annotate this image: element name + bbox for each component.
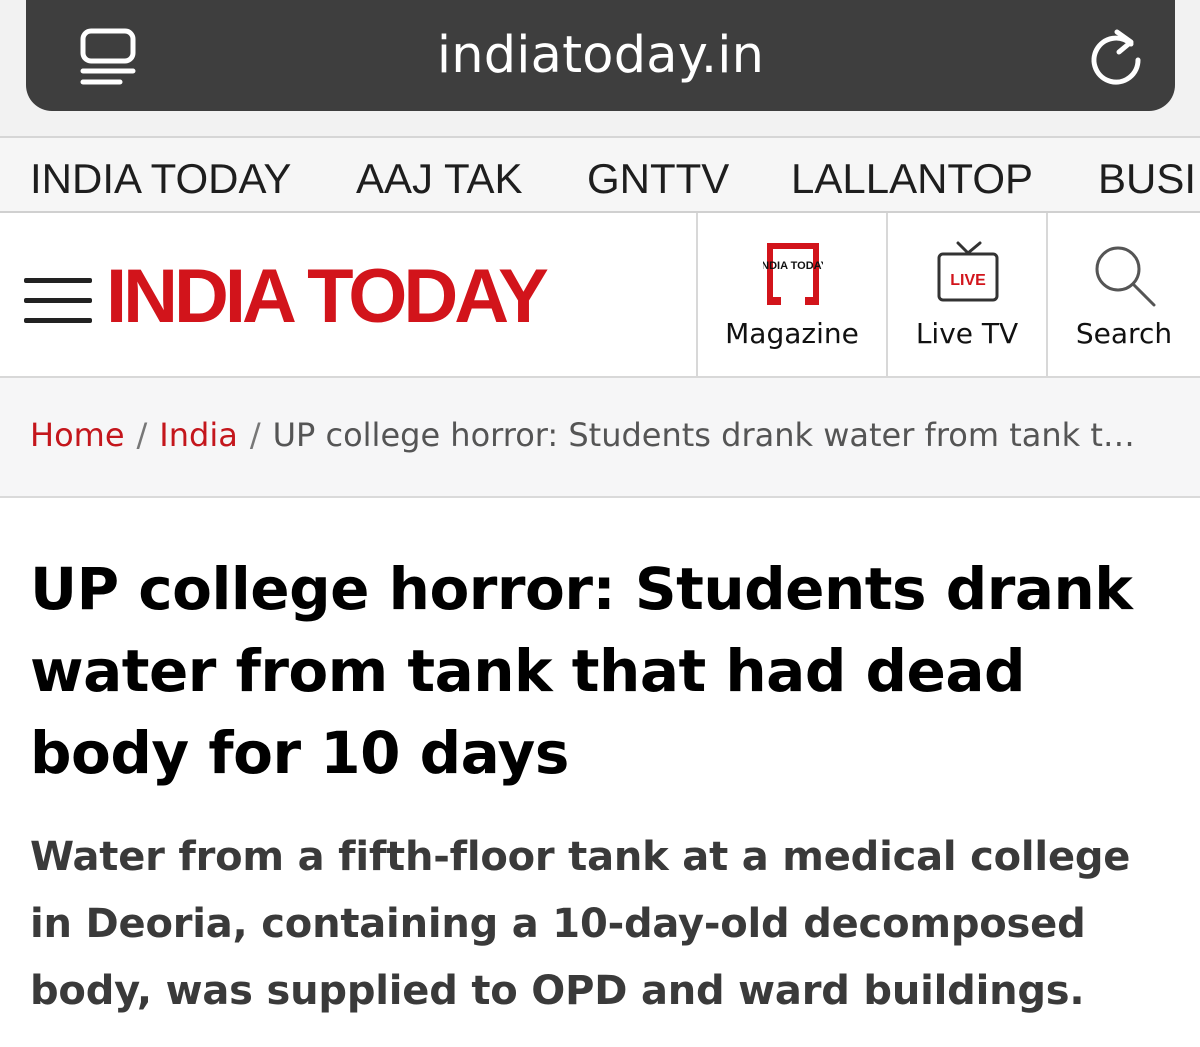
breadcrumb-section[interactable]: India — [159, 416, 238, 454]
search-icon — [1095, 246, 1156, 307]
network-item-india-today[interactable]: INDIA TODAY — [30, 155, 291, 203]
breadcrumb-separator: / — [136, 416, 148, 454]
search-button[interactable]: Search — [1046, 213, 1200, 376]
browser-toolbar: indiatoday.in — [0, 0, 1200, 138]
site-logo[interactable]: INDIA TODAY — [106, 253, 549, 340]
live-tv-icon: LIVE — [937, 241, 999, 302]
magazine-button[interactable]: INDIA TODAY Magazine — [696, 213, 886, 376]
network-item-business[interactable]: BUSI — [1098, 155, 1196, 203]
search-label: Search — [1075, 317, 1173, 350]
network-item-lallantop[interactable]: LALLANTOP — [791, 155, 1033, 203]
reload-icon[interactable] — [1087, 24, 1145, 86]
network-item-aaj-tak[interactable]: AAJ TAK — [356, 155, 523, 203]
network-nav: INDIA TODAY AAJ TAK GNTTV LALLANTOP BUSI — [0, 138, 1200, 213]
live-tv-button[interactable]: LIVE Live TV — [886, 213, 1046, 376]
url-text[interactable]: indiatoday.in — [26, 26, 1175, 85]
address-bar[interactable]: indiatoday.in — [26, 0, 1175, 111]
site-header: INDIA TODAY INDIA TODAY Magazine LIVE Li… — [0, 213, 1200, 378]
live-badge: LIVE — [950, 272, 986, 289]
network-item-gnttv[interactable]: GNTTV — [587, 155, 729, 203]
breadcrumb: Home / India / UP college horror: Students d… — [0, 378, 1200, 498]
menu-icon[interactable] — [24, 276, 92, 326]
breadcrumb-current: UP college horror: Students drank water … — [272, 416, 1153, 454]
magazine-icon-text: INDIA TODAY — [763, 260, 823, 272]
breadcrumb-separator: / — [249, 416, 261, 454]
article-headline: UP college horror: Students drank water … — [30, 555, 1133, 787]
live-tv-label: Live TV — [915, 317, 1019, 350]
breadcrumb-home[interactable]: Home — [30, 416, 125, 454]
magazine-label: Magazine — [725, 317, 859, 350]
article-summary: Water from a fifth-floor tank at a medic… — [30, 834, 1131, 1014]
magazine-icon: INDIA TODAY — [763, 243, 823, 305]
